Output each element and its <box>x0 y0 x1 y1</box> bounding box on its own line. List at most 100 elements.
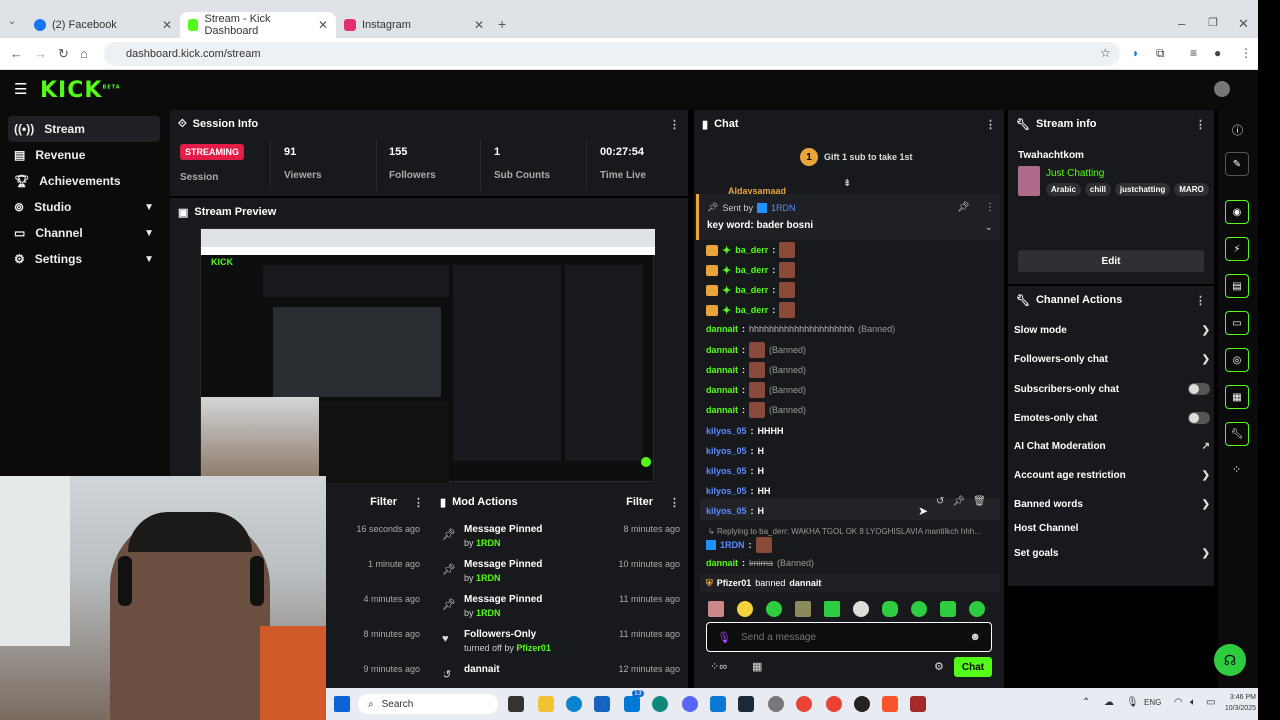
chat-username[interactable]: 1RDN <box>720 540 745 550</box>
new-tab-icon[interactable]: + <box>498 16 506 32</box>
more-options-icon[interactable]: ⋮ <box>985 202 995 213</box>
clock[interactable]: 3:46 PM 10/3/2025 <box>1216 692 1256 714</box>
chat-username[interactable]: ba_derr <box>735 285 768 295</box>
chat-username[interactable]: dannait <box>706 345 738 355</box>
hamburger-menu-icon[interactable]: ☰ <box>14 80 27 98</box>
channel-action-banned-words[interactable]: Banned words ❯ <box>1014 499 1210 510</box>
bookmark-star-icon[interactable]: ☆ <box>1100 46 1111 60</box>
emote-icon[interactable] <box>795 601 811 617</box>
channel-action-account-age[interactable]: Account age restriction ❯ <box>1014 470 1210 481</box>
sidebar-item-settings[interactable]: ⚙ Settings ▼ <box>8 246 160 272</box>
channel-action-host-channel[interactable]: Host Channel <box>1014 523 1210 534</box>
sidebar-item-achievements[interactable]: 🏆︎ Achievements <box>8 168 160 194</box>
sidebar-item-channel[interactable]: ▭ Channel ▼ <box>8 220 160 246</box>
chat-message[interactable]: dannait: lmima (Banned) <box>706 558 814 568</box>
emote-icon[interactable] <box>969 601 985 617</box>
emotes-only-toggle[interactable] <box>1188 412 1210 424</box>
chat-message[interactable]: 1RDN: <box>706 537 772 553</box>
reload-icon[interactable]: ↻ <box>58 46 69 62</box>
discord-icon[interactable] <box>682 696 698 712</box>
mod-action-user[interactable]: Pfizer01 <box>516 643 551 653</box>
chat-username[interactable]: ba_derr <box>735 265 768 275</box>
close-icon[interactable]: ✕ <box>162 18 172 32</box>
copilot-icon[interactable] <box>652 696 668 712</box>
filter-button[interactable]: Filter <box>370 496 397 508</box>
chat-username[interactable]: dannait <box>706 405 738 415</box>
stream-preview-video[interactable]: KICK <box>200 228 655 483</box>
chat-username[interactable]: Aldaysamaad <box>728 186 786 194</box>
chat-message[interactable]: kilyos_05: HHHH <box>706 426 784 436</box>
more-options-icon[interactable]: ⋮ <box>413 496 424 509</box>
system-mod[interactable]: Pfizer01 <box>717 578 752 588</box>
tab-kick-dashboard[interactable]: Stream - Kick Dashboard ✕ <box>180 12 336 38</box>
channel-action-set-goals[interactable]: Set goals ❯ <box>1014 548 1210 559</box>
user-avatar[interactable] <box>1214 81 1230 97</box>
store-icon[interactable]: ▦ <box>752 660 762 673</box>
mod-action-user[interactable]: 1RDN <box>476 608 501 618</box>
chat-username[interactable]: kilyos_05 <box>706 446 747 456</box>
chat-username[interactable]: kilyos_05 <box>706 486 747 496</box>
close-icon[interactable]: ✕ <box>318 18 328 32</box>
chat-input[interactable]: 🎙︎ ☻ <box>706 622 992 652</box>
edit-pencil-icon[interactable]: ✎ <box>1225 152 1249 176</box>
system-target[interactable]: dannait <box>789 578 821 588</box>
chat-message[interactable]: ✦ ba_derr: <box>706 282 796 298</box>
category-name[interactable]: Just Chatting <box>1046 168 1104 179</box>
pinned-user[interactable]: 1RDN <box>771 203 796 213</box>
chat-message[interactable]: kilyos_05: H <box>706 466 764 476</box>
sidebar-item-stream[interactable]: ((•)) Stream <box>8 116 160 142</box>
emote-icon[interactable] <box>766 601 782 617</box>
app-thumbnail-icon[interactable] <box>910 696 926 712</box>
chat-username[interactable]: ba_derr <box>735 305 768 315</box>
tray-cloud-icon[interactable]: ☁ <box>1104 697 1114 708</box>
steam-icon[interactable] <box>738 696 754 712</box>
more-options-icon[interactable]: ⋮ <box>1195 118 1206 131</box>
battery-icon[interactable]: ▭ <box>1206 697 1215 708</box>
emote-icon[interactable] <box>940 601 956 617</box>
app-icon[interactable] <box>710 696 726 712</box>
store-app-icon[interactable] <box>594 696 610 712</box>
chat-message[interactable]: kilyos_05: H <box>706 446 764 456</box>
chat-username[interactable]: ba_derr <box>735 245 768 255</box>
wifi-icon[interactable]: ◠ <box>1174 697 1183 708</box>
chat-message[interactable]: ✦ ba_derr: <box>706 262 796 278</box>
emoji-icon[interactable]: ☻ <box>969 631 981 643</box>
extensions-icon[interactable]: ⧉ <box>1156 46 1165 61</box>
more-options-icon[interactable]: ⋮ <box>669 496 680 509</box>
close-icon[interactable]: ✕ <box>474 18 484 32</box>
kick-points-icon[interactable]: ⁘∞ <box>710 660 727 673</box>
sidebar-item-revenue[interactable]: ▤ Revenue <box>8 142 160 168</box>
obs-icon[interactable] <box>854 696 870 712</box>
edit-stream-info-button[interactable]: Edit <box>1018 250 1204 272</box>
emote-icon[interactable] <box>882 601 898 617</box>
rail-chat-icon[interactable]: ▭ <box>1225 311 1249 335</box>
browser-menu-icon[interactable]: ⋮ <box>1240 46 1252 60</box>
chat-message[interactable]: dannait: (Banned) <box>706 362 806 378</box>
pin-icon[interactable]: 📌︎ <box>952 496 965 512</box>
tab-instagram[interactable]: Instagram ✕ <box>336 12 492 38</box>
chrome-profile-icon[interactable] <box>826 696 842 712</box>
rail-document-icon[interactable]: ▤ <box>1225 274 1249 298</box>
info-icon[interactable]: ⓘ <box>1232 122 1243 138</box>
tray-chevron-icon[interactable]: ⌃ <box>1082 697 1090 708</box>
chat-username[interactable]: kilyos_05 <box>706 426 747 436</box>
back-icon[interactable]: ← <box>10 46 23 61</box>
minimize-icon[interactable]: – <box>1178 16 1185 31</box>
reply-preview[interactable]: ↳ Replying to ba_derr: WAKHA TGOL OK 8 L… <box>708 527 998 536</box>
chat-username[interactable]: kilyos_05 <box>706 466 747 476</box>
delete-icon[interactable]: 🗑︎ <box>973 496 986 512</box>
channel-action-followers-only[interactable]: Followers-only chat ❯ <box>1014 354 1210 365</box>
window-close-icon[interactable]: ✕ <box>1238 16 1249 32</box>
emote-icon[interactable] <box>737 601 753 617</box>
chat-message[interactable]: ✦ ba_derr: <box>706 242 796 258</box>
tab-facebook[interactable]: (2) Facebook ✕ <box>26 12 180 38</box>
windows-start-icon[interactable] <box>334 696 350 712</box>
taskbar-search[interactable]: ⌕ Search <box>358 694 498 714</box>
chat-message[interactable]: dannait: hhhhhhhhhhhhhhhhhhhhh (Banned) <box>706 324 895 334</box>
rail-apps-icon[interactable]: ⁘ <box>1232 463 1241 476</box>
chat-username[interactable]: dannait <box>706 558 738 568</box>
chat-message[interactable]: dannait: (Banned) <box>706 402 806 418</box>
support-headset-icon[interactable]: ☊ <box>1214 644 1246 676</box>
file-explorer-icon[interactable] <box>538 696 554 712</box>
gift-sub-banner[interactable]: 1 Gift 1 sub to take 1st <box>800 148 913 166</box>
